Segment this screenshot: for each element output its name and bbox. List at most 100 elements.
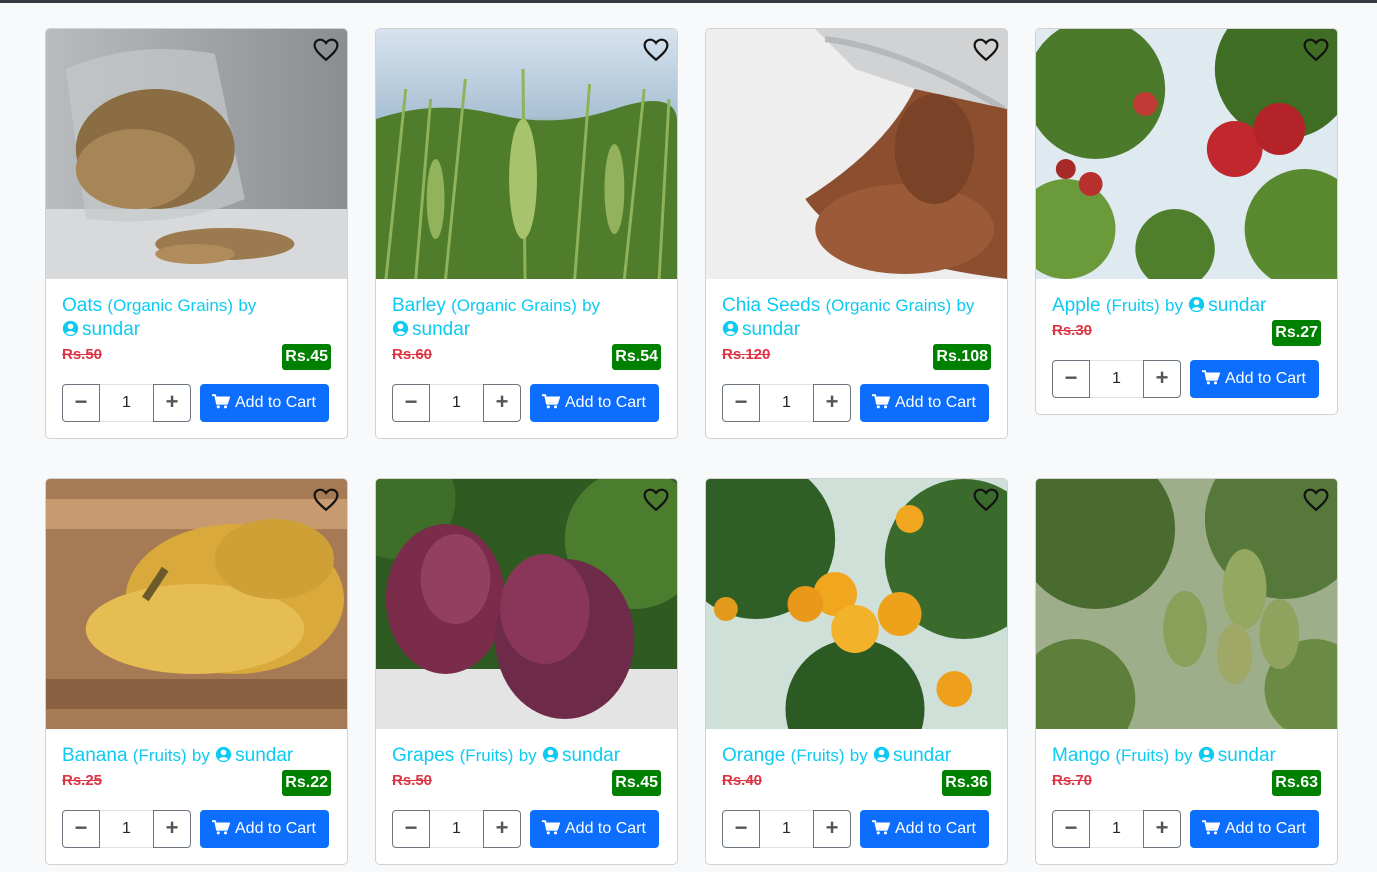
price-row: Rs.120 Rs.108 <box>722 344 991 376</box>
product-name[interactable]: Apple <box>1052 295 1101 316</box>
product-title[interactable]: Oats (Organic Grains) by sundar <box>62 294 331 342</box>
decrease-quantity-button[interactable]: − <box>392 384 430 422</box>
minus-icon: − <box>1064 815 1078 840</box>
product-title[interactable]: Orange (Fruits) by sundar <box>722 744 991 768</box>
decrease-quantity-button[interactable]: − <box>1052 810 1090 848</box>
product-title[interactable]: Barley (Organic Grains) by sundar <box>392 294 661 342</box>
price-row: Rs.60 Rs.54 <box>392 344 661 376</box>
quantity-input[interactable] <box>760 810 813 848</box>
cart-actions: − + Add to Cart <box>392 384 661 422</box>
product-card-orange: Orange (Fruits) by sundar Rs.40 Rs.36 − … <box>705 478 1008 865</box>
product-image-barley[interactable] <box>376 29 677 279</box>
decrease-quantity-button[interactable]: − <box>62 384 100 422</box>
quantity-input[interactable] <box>1090 360 1143 398</box>
cart-actions: − + Add to Cart <box>722 810 991 848</box>
add-to-cart-button[interactable]: Add to Cart <box>1190 360 1319 398</box>
quantity-input[interactable] <box>760 384 813 422</box>
add-to-cart-button[interactable]: Add to Cart <box>1190 810 1319 848</box>
increase-quantity-button[interactable]: + <box>813 810 851 848</box>
product-image-oats[interactable] <box>46 29 347 279</box>
wishlist-heart-icon[interactable] <box>643 38 669 62</box>
card-body: Barley (Organic Grains) by sundar Rs.60 R… <box>376 279 677 438</box>
card-body: Oats (Organic Grains) by sundar Rs.50 Rs.… <box>46 279 347 438</box>
decrease-quantity-button[interactable]: − <box>722 384 760 422</box>
product-image-apple[interactable] <box>1036 29 1337 279</box>
product-image-mango[interactable] <box>1036 479 1337 729</box>
by-label: by <box>849 746 868 765</box>
seller-name[interactable]: sundar <box>412 319 470 340</box>
wishlist-heart-icon[interactable] <box>643 488 669 512</box>
product-title[interactable]: Chia Seeds (Organic Grains) by sundar <box>722 294 991 342</box>
price-row: Rs.40 Rs.36 <box>722 770 991 802</box>
product-name[interactable]: Chia Seeds <box>722 295 820 316</box>
seller-name[interactable]: sundar <box>562 745 620 766</box>
quantity-input[interactable] <box>430 384 483 422</box>
seller-name[interactable]: sundar <box>82 319 140 340</box>
quantity-input[interactable] <box>430 810 483 848</box>
plus-icon: + <box>165 815 179 840</box>
product-image-grapes[interactable] <box>376 479 677 729</box>
shopping-cart-icon <box>212 820 230 835</box>
increase-quantity-button[interactable]: + <box>153 384 191 422</box>
by-label: by <box>956 296 975 315</box>
quantity-input[interactable] <box>100 810 153 848</box>
increase-quantity-button[interactable]: + <box>813 384 851 422</box>
increase-quantity-button[interactable]: + <box>153 810 191 848</box>
product-image-banana[interactable] <box>46 479 347 729</box>
chia-seeds-photo <box>706 29 1007 279</box>
plus-icon: + <box>1155 365 1169 390</box>
product-name[interactable]: Grapes <box>392 745 454 766</box>
add-to-cart-button[interactable]: Add to Cart <box>860 810 989 848</box>
wishlist-heart-icon[interactable] <box>973 38 999 62</box>
quantity-input[interactable] <box>1090 810 1143 848</box>
add-to-cart-label: Add to Cart <box>565 820 646 837</box>
barley-photo <box>376 29 677 279</box>
product-name[interactable]: Orange <box>722 745 785 766</box>
add-to-cart-button[interactable]: Add to Cart <box>200 384 329 422</box>
wishlist-heart-icon[interactable] <box>1303 488 1329 512</box>
quantity-input[interactable] <box>100 384 153 422</box>
add-to-cart-label: Add to Cart <box>895 820 976 837</box>
product-category: (Fruits) <box>1105 296 1160 315</box>
increase-quantity-button[interactable]: + <box>1143 360 1181 398</box>
add-to-cart-button[interactable]: Add to Cart <box>860 384 989 422</box>
wishlist-heart-icon[interactable] <box>313 488 339 512</box>
wishlist-heart-icon[interactable] <box>1303 38 1329 62</box>
wishlist-heart-icon[interactable] <box>313 38 339 62</box>
increase-quantity-button[interactable]: + <box>483 810 521 848</box>
wishlist-heart-icon[interactable] <box>973 488 999 512</box>
card-body: Apple (Fruits) by sundar Rs.30 Rs.27 − +… <box>1036 279 1337 414</box>
original-price: Rs.30 <box>1052 322 1093 339</box>
product-image-chia-seeds[interactable] <box>706 29 1007 279</box>
product-title[interactable]: Banana (Fruits) by sundar <box>62 744 331 768</box>
seller-name[interactable]: sundar <box>742 319 800 340</box>
increase-quantity-button[interactable]: + <box>483 384 521 422</box>
product-name[interactable]: Mango <box>1052 745 1110 766</box>
user-circle-icon <box>1198 746 1214 763</box>
decrease-quantity-button[interactable]: − <box>722 810 760 848</box>
add-to-cart-button[interactable]: Add to Cart <box>530 810 659 848</box>
add-to-cart-button[interactable]: Add to Cart <box>200 810 329 848</box>
price-row: Rs.30 Rs.27 <box>1052 320 1321 352</box>
decrease-quantity-button[interactable]: − <box>1052 360 1090 398</box>
product-title[interactable]: Mango (Fruits) by sundar <box>1052 744 1321 768</box>
original-price: Rs.70 <box>1052 772 1093 789</box>
product-title[interactable]: Apple (Fruits) by sundar <box>1052 294 1321 318</box>
product-title[interactable]: Grapes (Fruits) by sundar <box>392 744 661 768</box>
decrease-quantity-button[interactable]: − <box>392 810 430 848</box>
product-name[interactable]: Barley <box>392 295 446 316</box>
increase-quantity-button[interactable]: + <box>1143 810 1181 848</box>
seller-name[interactable]: sundar <box>235 745 293 766</box>
decrease-quantity-button[interactable]: − <box>62 810 100 848</box>
card-body: Banana (Fruits) by sundar Rs.25 Rs.22 − … <box>46 729 347 864</box>
seller-name[interactable]: sundar <box>1218 745 1276 766</box>
seller-name[interactable]: sundar <box>1208 295 1266 316</box>
minus-icon: − <box>74 815 88 840</box>
product-name[interactable]: Banana <box>62 745 128 766</box>
price-row: Rs.70 Rs.63 <box>1052 770 1321 802</box>
seller-name[interactable]: sundar <box>893 745 951 766</box>
product-name[interactable]: Oats <box>62 295 102 316</box>
original-price: Rs.50 <box>392 772 433 789</box>
product-image-orange[interactable] <box>706 479 1007 729</box>
add-to-cart-button[interactable]: Add to Cart <box>530 384 659 422</box>
